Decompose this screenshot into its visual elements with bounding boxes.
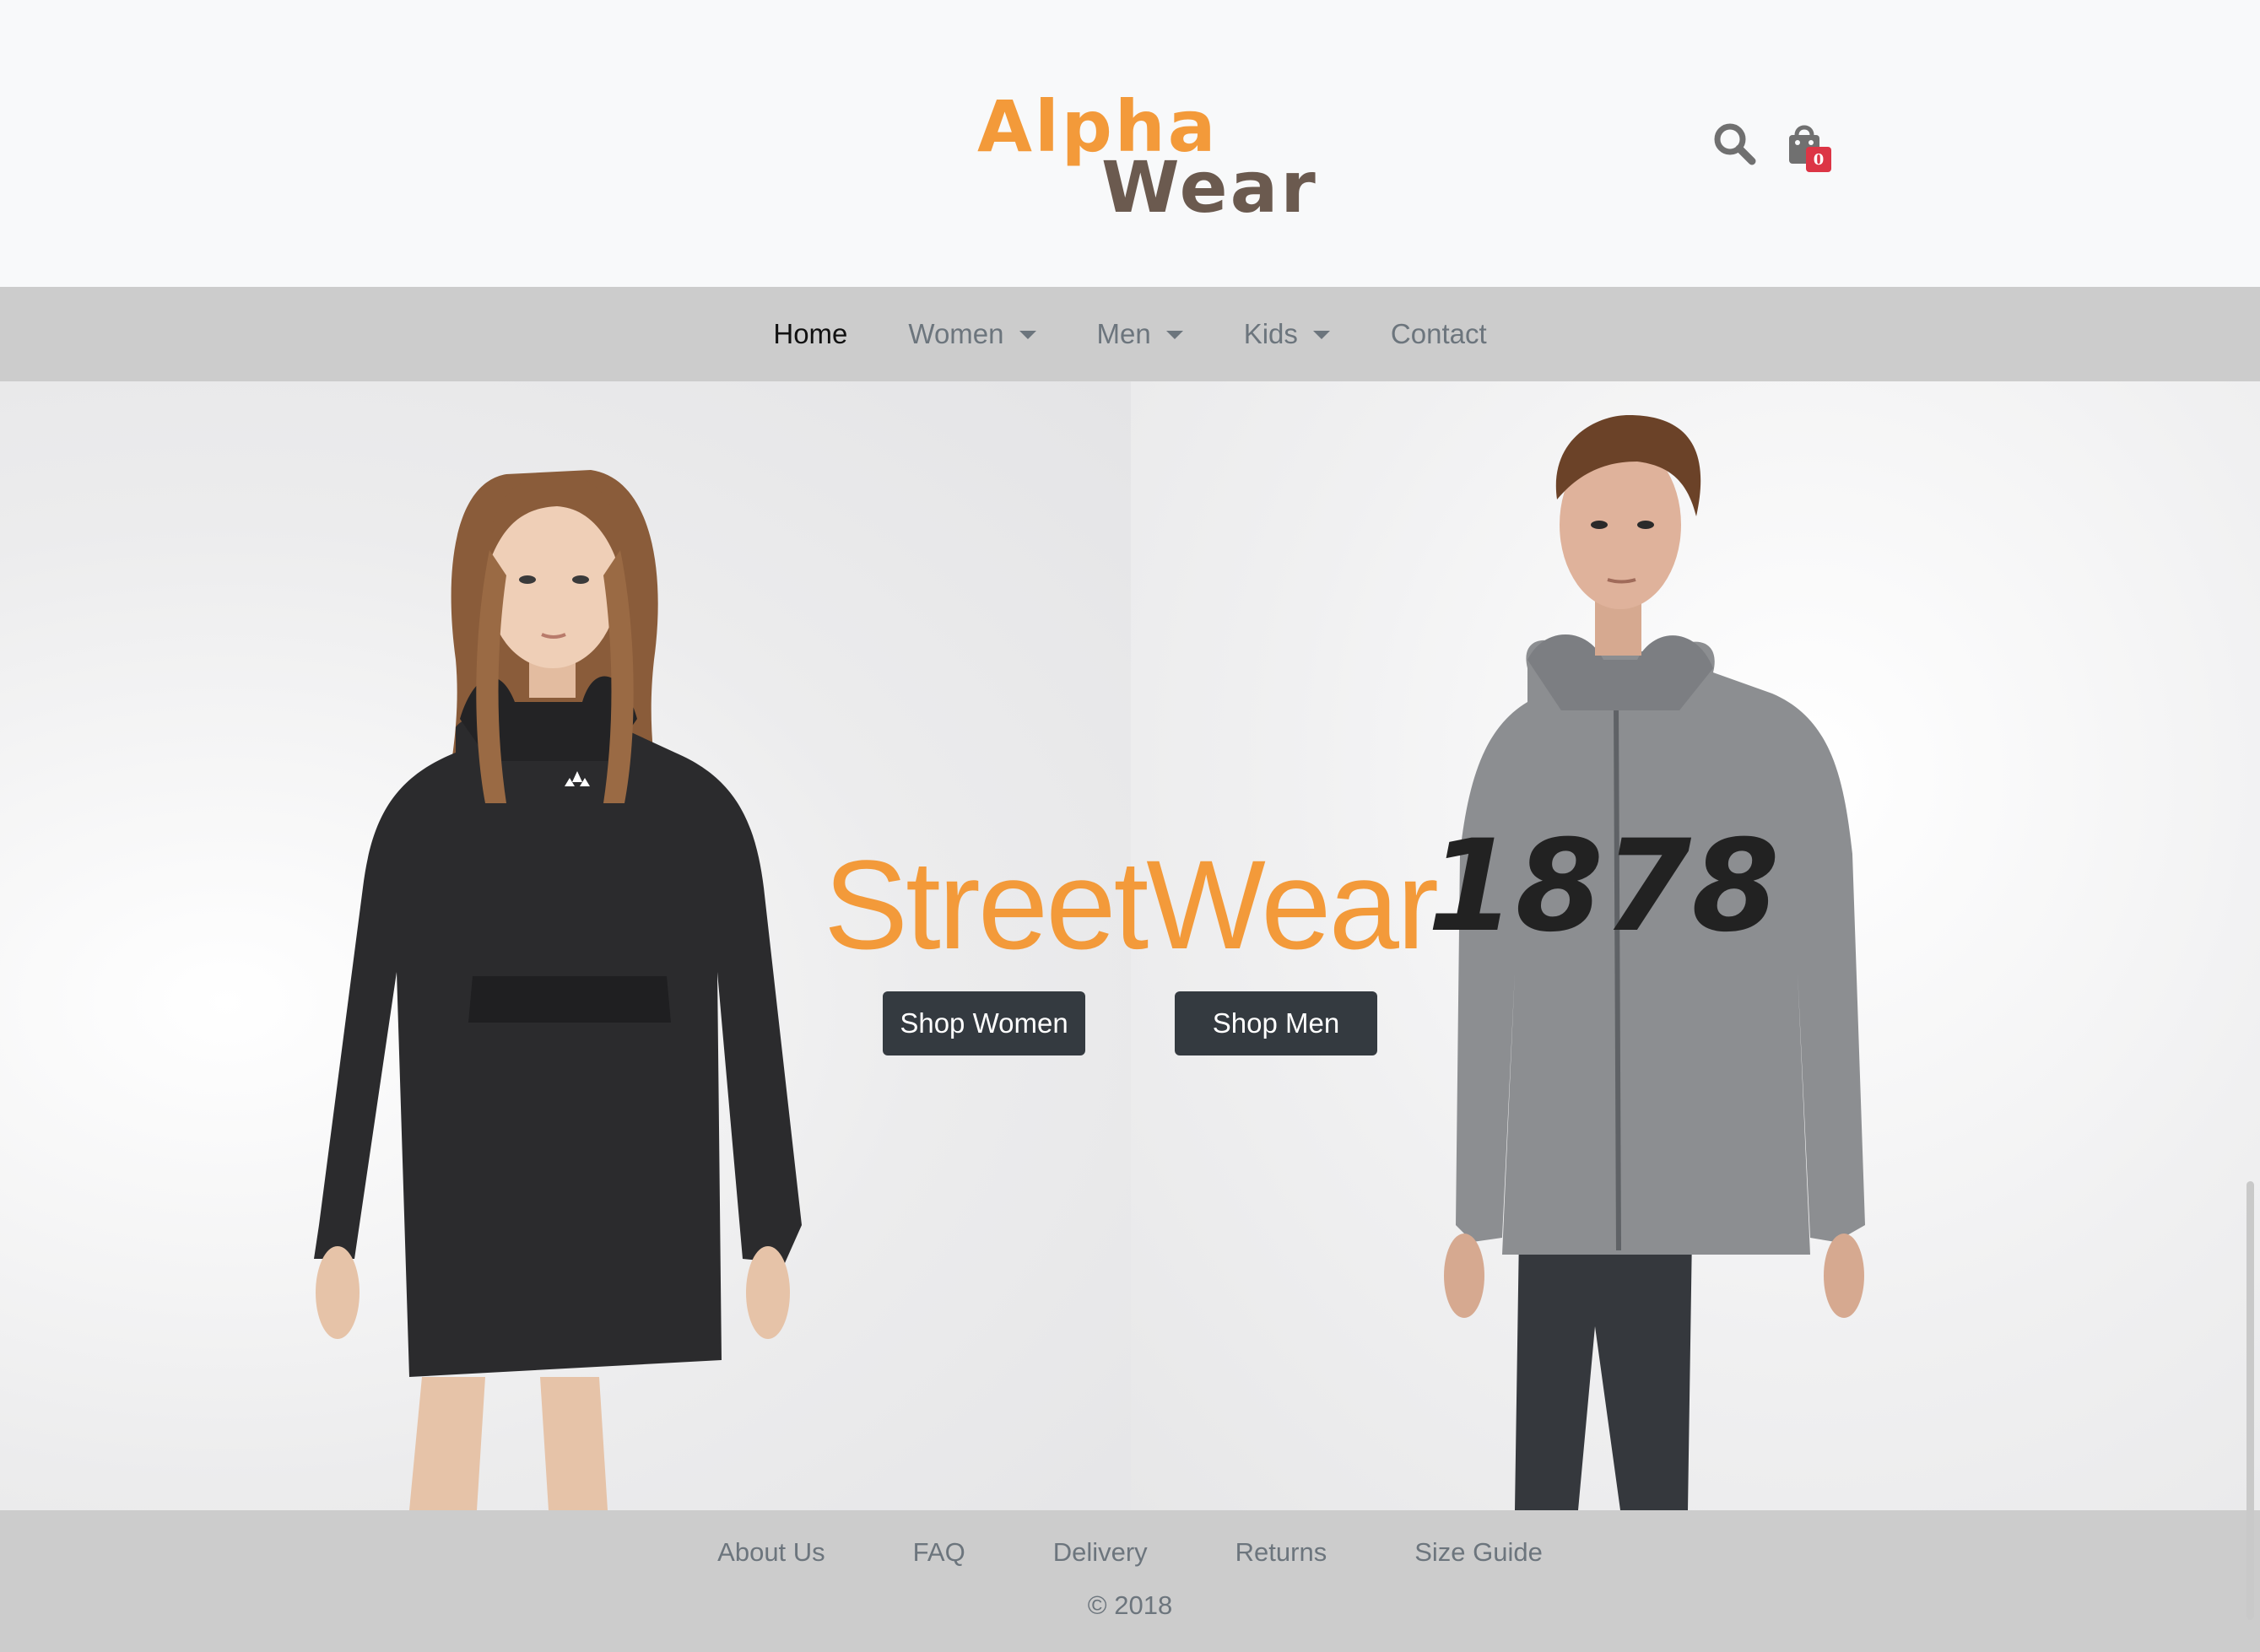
search-icon (1714, 123, 1756, 165)
nav-item-contact[interactable]: Contact (1360, 318, 1517, 350)
shop-men-button[interactable]: Shop Men (1175, 991, 1377, 1055)
logo[interactable]: Alpha Wear (971, 84, 1316, 223)
nav-item-women[interactable]: Women (878, 318, 1066, 350)
footer-link-size-guide[interactable]: Size Guide (1371, 1537, 1587, 1568)
logo-text-wear: Wear (1101, 146, 1318, 229)
cart-count-badge: 0 (1806, 147, 1831, 172)
nav-item-label: Home (773, 318, 848, 349)
nav-item-men[interactable]: Men (1067, 318, 1214, 350)
page-scrollbar[interactable] (2246, 1181, 2254, 1620)
shop-women-button[interactable]: Shop Women (883, 991, 1085, 1055)
copyright-text: © 2018 (1087, 1590, 1173, 1620)
search-button[interactable] (1709, 118, 1760, 169)
caret-down-icon (1312, 331, 1330, 339)
site-header: Alpha Wear 0 (0, 0, 2260, 287)
main-nav: Home Women Men Kids Contact (0, 287, 2260, 381)
hero-title: StreetWear (824, 834, 1439, 975)
footer-link-returns[interactable]: Returns (1192, 1537, 1371, 1568)
nav-item-kids[interactable]: Kids (1214, 318, 1360, 350)
nav-item-home[interactable]: Home (743, 318, 878, 350)
footer-link-about-us[interactable]: About Us (673, 1537, 869, 1568)
nav-item-label: Kids (1243, 318, 1298, 349)
site-footer: About Us FAQ Delivery Returns Size Guide… (0, 1510, 2260, 1652)
caret-down-icon (1165, 331, 1183, 339)
cart-button[interactable]: 0 (1781, 118, 1831, 172)
nav-item-label: Women (908, 318, 1004, 349)
nav-item-label: Contact (1390, 318, 1487, 349)
nav-item-label: Men (1096, 318, 1151, 349)
caret-down-icon (1019, 331, 1036, 339)
hero-banner: 1878 StreetWear Shop Women Shop Men (0, 381, 2260, 1510)
footer-link-faq[interactable]: FAQ (869, 1537, 1009, 1568)
footer-link-delivery[interactable]: Delivery (1009, 1537, 1192, 1568)
footer-links: About Us FAQ Delivery Returns Size Guide (0, 1537, 2260, 1568)
